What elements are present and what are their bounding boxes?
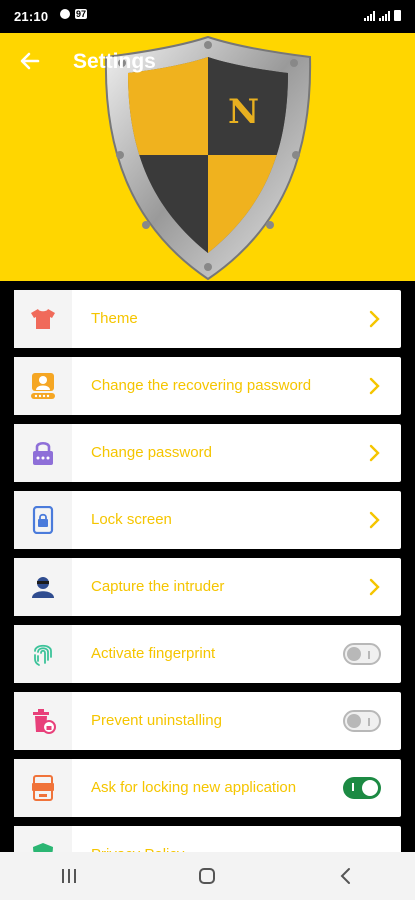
settings-item-fingerprint[interactable]: Activate fingerprint xyxy=(14,625,401,683)
prevent-uninstall-toggle[interactable] xyxy=(343,710,381,732)
settings-item-label: Activate fingerprint xyxy=(91,645,216,662)
settings-item-label: Capture the intruder xyxy=(91,578,225,595)
icon-cell xyxy=(14,357,72,415)
settings-item-recovery-password[interactable]: Change the recovering password xyxy=(14,357,401,415)
chevron-right-icon xyxy=(369,511,380,529)
chevron-right-icon xyxy=(369,310,380,328)
status-bar: 21:10 97 xyxy=(0,0,415,33)
settings-item-label: Change the recovering password xyxy=(91,377,312,394)
notification-icon xyxy=(60,9,70,19)
fingerprint-icon xyxy=(34,644,52,666)
icon-cell xyxy=(14,424,72,482)
icon-cell xyxy=(14,692,72,750)
chevron-right-icon xyxy=(369,377,380,395)
fingerprint-toggle[interactable] xyxy=(343,643,381,665)
settings-item-capture-intruder[interactable]: Capture the intruder xyxy=(14,558,401,616)
signal-icon xyxy=(364,10,375,21)
back-arrow-icon[interactable] xyxy=(16,47,44,75)
intruder-icon xyxy=(32,577,54,598)
home-button[interactable] xyxy=(177,856,237,896)
chevron-right-icon xyxy=(369,444,380,462)
user-password-icon xyxy=(31,373,55,399)
system-nav-bar xyxy=(0,852,415,900)
trash-lock-icon xyxy=(33,709,56,734)
home-icon xyxy=(199,868,216,884)
back-icon xyxy=(340,868,350,884)
signal-icon-2 xyxy=(379,10,390,21)
settings-item-label: Prevent uninstalling xyxy=(91,712,222,729)
settings-item-label: Theme xyxy=(91,310,138,327)
settings-item-label: Change password xyxy=(91,444,212,461)
battery-icon xyxy=(394,10,401,21)
settings-item-prevent-uninstall[interactable]: Prevent uninstalling xyxy=(14,692,401,750)
icon-cell xyxy=(14,558,72,616)
status-left-icons: 97 xyxy=(60,9,88,19)
phone-lock-icon xyxy=(32,506,54,534)
icon-cell xyxy=(14,759,72,817)
settings-item-label: Lock screen xyxy=(91,511,172,528)
nav-back-button[interactable] xyxy=(316,856,376,896)
recents-icon xyxy=(62,869,77,883)
svg-text:N: N xyxy=(228,92,259,132)
icon-cell xyxy=(14,625,72,683)
icon-cell xyxy=(14,491,72,549)
notification-badge: 97 xyxy=(75,9,88,19)
settings-item-lock-new-app[interactable]: Ask for locking new application xyxy=(14,759,401,817)
settings-item-lock-screen[interactable]: Lock screen xyxy=(14,491,401,549)
recents-button[interactable] xyxy=(39,856,99,896)
icon-cell xyxy=(14,290,72,348)
status-right-icons xyxy=(364,10,401,21)
settings-item-change-password[interactable]: Change password xyxy=(14,424,401,482)
header: N Settings xyxy=(0,33,415,281)
page-title: Settings xyxy=(73,50,156,73)
lock-icon xyxy=(33,441,53,465)
status-time: 21:10 xyxy=(14,9,49,24)
settings-item-label: Ask for locking new application xyxy=(91,779,297,796)
tshirt-icon xyxy=(31,309,55,329)
app-lock-icon xyxy=(32,775,54,801)
chevron-right-icon xyxy=(369,578,380,596)
settings-item-theme[interactable]: Theme xyxy=(14,290,401,348)
lock-new-app-toggle[interactable] xyxy=(343,777,381,799)
